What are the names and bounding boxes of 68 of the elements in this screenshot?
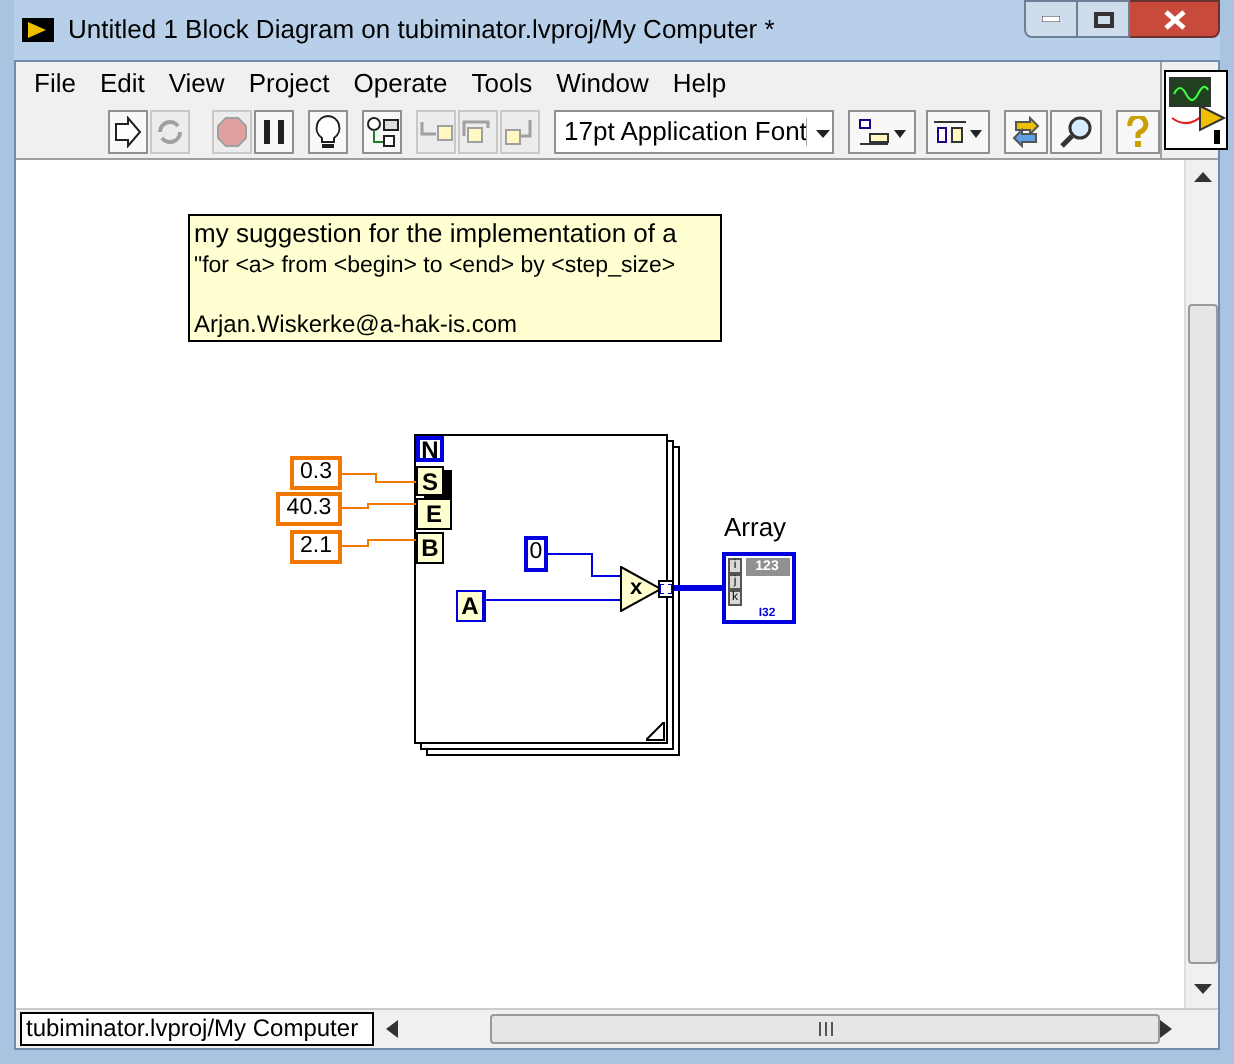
menu-item[interactable]: Project	[236, 63, 342, 103]
lightbulb-icon	[312, 113, 344, 149]
toolbar-button[interactable]	[308, 109, 348, 153]
input-terminal: A	[456, 590, 486, 622]
cleanup-button[interactable]	[1004, 109, 1048, 153]
step-over-icon	[460, 117, 496, 145]
step-out-icon	[502, 117, 538, 145]
loop-terminal: E	[416, 498, 452, 530]
comment-text: my suggestion for the implementation of a	[194, 216, 679, 250]
close-icon	[1163, 9, 1185, 29]
menu-item[interactable]: File	[22, 63, 88, 103]
scrollbar-thumb[interactable]	[490, 1014, 1161, 1044]
pause-icon	[258, 115, 290, 147]
toolbar-button[interactable]	[254, 109, 294, 153]
toolbar-button[interactable]	[108, 109, 148, 153]
array-label: Array	[724, 514, 787, 540]
array-bracket-icon	[660, 584, 672, 594]
reorder-arrows-icon	[1010, 115, 1042, 147]
align-button[interactable]	[848, 109, 916, 153]
menu-item[interactable]: Edit	[87, 63, 157, 103]
comment-text: "for <a> from <begin> to <end> by <step_size>	[194, 252, 678, 282]
run-arrow-icon	[112, 115, 144, 147]
stop-icon	[216, 115, 248, 147]
font-dropdown[interactable]: 17pt Application Font	[554, 109, 834, 153]
grip-icon	[817, 1022, 834, 1036]
wire	[485, 599, 623, 601]
numeric-constant: 0	[524, 536, 548, 572]
app-icon	[20, 16, 56, 44]
help-button[interactable]	[1116, 109, 1160, 153]
comment-email: Arjan.Wiskerke@a-hak-is.com	[194, 308, 520, 342]
align-objects-icon	[856, 115, 908, 147]
vertical-scrollbar[interactable]	[1184, 160, 1218, 1008]
distribute-objects-icon	[932, 115, 984, 147]
menu-item[interactable]: Operate	[341, 63, 460, 103]
minimize-icon	[1042, 16, 1060, 22]
window-title: Untitled 1 Block Diagram on tubiminator.lvproj/My Computer *	[68, 12, 777, 49]
close-button[interactable]	[1130, 0, 1220, 38]
menu-item[interactable]: Window	[544, 63, 661, 103]
loop-terminal: S	[416, 466, 444, 496]
step-into-icon	[418, 117, 454, 145]
wire	[341, 539, 417, 547]
menu-item[interactable]: Help	[660, 63, 739, 103]
wire	[547, 553, 623, 577]
probe-icon	[364, 115, 400, 147]
toolbar-button[interactable]	[362, 109, 402, 153]
maximize-button[interactable]	[1078, 0, 1130, 38]
scrollbar-thumb[interactable]	[1187, 304, 1217, 964]
menu-item[interactable]: View	[156, 63, 237, 103]
question-mark-icon	[1126, 115, 1150, 147]
menu-item[interactable]: Tools	[459, 63, 545, 103]
minimize-button[interactable]	[1024, 0, 1078, 38]
numeric-constant: 0.3	[290, 456, 342, 490]
wire	[341, 473, 417, 483]
search-button[interactable]	[1050, 109, 1102, 153]
scroll-left-icon	[386, 1020, 399, 1038]
numeric-constant: 40.3	[276, 492, 342, 526]
scroll-down-icon	[1193, 984, 1211, 996]
numeric-constant: 2.1	[290, 530, 342, 564]
multiply-node: x	[620, 566, 662, 612]
loop-terminal: B	[416, 532, 444, 564]
loop-terminal: N	[416, 436, 444, 462]
circular-arrows-icon	[154, 115, 186, 147]
distribute-button[interactable]	[926, 109, 990, 153]
maximize-icon	[1093, 11, 1113, 27]
status-path: tubiminator.lvproj/My Computer	[20, 1012, 375, 1046]
scroll-up-icon	[1193, 172, 1211, 184]
wire	[341, 503, 417, 509]
search-icon	[1056, 113, 1096, 149]
